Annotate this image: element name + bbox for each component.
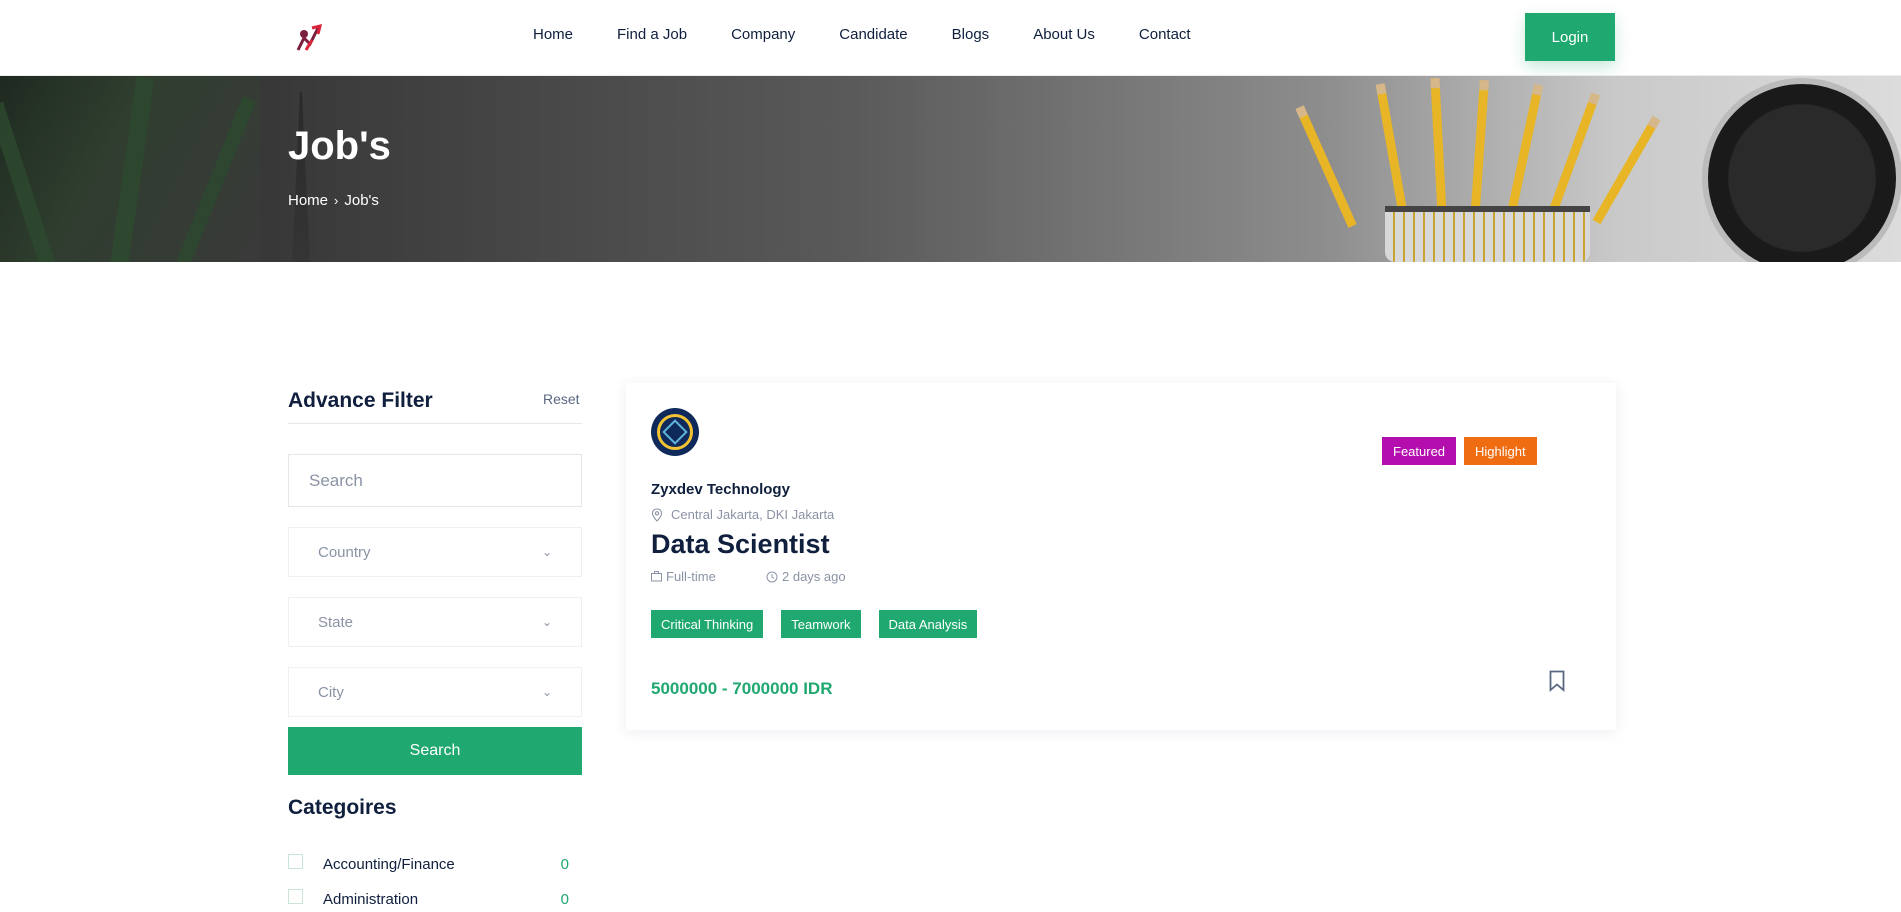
banner-pencil [1295,105,1357,228]
chevron-down-icon: ⌄ [541,615,552,629]
job-posted: 2 days ago [766,569,846,584]
breadcrumb-current: Job's [344,192,379,209]
nav-company[interactable]: Company [731,26,795,43]
chevron-down-icon: ⌄ [541,545,552,559]
briefcase-icon [651,571,662,582]
login-button[interactable]: Login [1525,13,1615,61]
job-type-text: Full-time [666,569,716,584]
skill-tag[interactable]: Teamwork [781,610,861,638]
featured-badge: Featured [1382,437,1457,465]
bookmark-icon[interactable] [1549,670,1565,692]
category-checkbox[interactable] [288,888,303,904]
category-checkbox[interactable] [288,853,303,869]
company-logo [651,408,699,456]
banner-pencil [1375,83,1409,223]
nav-contact[interactable]: Contact [1139,26,1191,43]
state-select-value: State [318,613,354,631]
filter-title: Advance Filter [288,389,433,412]
city-select[interactable]: City ⌄ [288,667,582,717]
skill-tags: Critical Thinking Teamwork Data Analysis [651,610,978,638]
city-select-value: City [318,683,344,701]
job-card[interactable]: Featured Highlight Zyxdev Technology Cen… [626,383,1616,730]
site-header: Home Find a Job Company Candidate Blogs … [0,0,1901,76]
page-title: Job's [288,124,391,168]
banner-pencil [1430,77,1447,224]
divider [288,423,582,424]
banner-clock-image [1702,78,1901,262]
country-select[interactable]: Country ⌄ [288,527,582,577]
category-item[interactable]: Accounting/Finance 0 [288,852,582,876]
banner-pencil [1470,80,1489,223]
clock-icon [766,571,778,582]
reset-filter-link[interactable]: Reset [543,391,580,407]
breadcrumb: Home › Job's [288,192,379,209]
skill-tag[interactable]: Data Analysis [878,610,978,638]
state-select[interactable]: State ⌄ [288,597,582,647]
nav-home[interactable]: Home [533,26,573,43]
location-text: Central Jakarta, DKI Jakarta [671,507,835,522]
job-posted-text: 2 days ago [782,569,846,584]
page-banner: Job's Home › Job's [0,76,1901,262]
nav-candidate[interactable]: Candidate [839,26,907,43]
banner-pencil [1505,84,1544,223]
search-input[interactable] [288,454,582,507]
chevron-right-icon: › [334,193,339,208]
location-pin-icon [651,507,663,522]
breadcrumb-home[interactable]: Home [288,192,328,209]
nav-find-a-job[interactable]: Find a Job [617,26,687,43]
banner-pencil-cup [1385,206,1590,262]
chevron-down-icon: ⌄ [541,685,552,699]
brand-logo-icon[interactable] [290,20,326,56]
salary-range: 5000000 - 7000000 IDR [651,679,833,698]
banner-pencil [1545,92,1600,223]
nav-about-us[interactable]: About Us [1033,26,1095,43]
job-title[interactable]: Data Scientist [651,529,830,560]
banner-pencil [1592,115,1661,225]
category-count: 0 [560,890,569,908]
category-name: Accounting/Finance [323,855,455,873]
country-select-value: Country [318,543,371,561]
category-count: 0 [560,855,569,873]
job-location: Central Jakarta, DKI Jakarta [651,507,834,522]
category-name: Administration [323,890,419,908]
job-type: Full-time [651,569,716,584]
nav-blogs[interactable]: Blogs [952,26,990,43]
category-item[interactable]: Administration 0 [288,887,582,911]
banner-tower-image [292,92,310,262]
categories-title: Categoires [288,796,397,819]
main-nav: Home Find a Job Company Candidate Blogs … [533,26,1235,43]
highlight-badge: Highlight [1464,437,1537,465]
company-name[interactable]: Zyxdev Technology [651,481,790,498]
search-button[interactable]: Search [288,727,582,775]
skill-tag[interactable]: Critical Thinking [651,610,764,638]
